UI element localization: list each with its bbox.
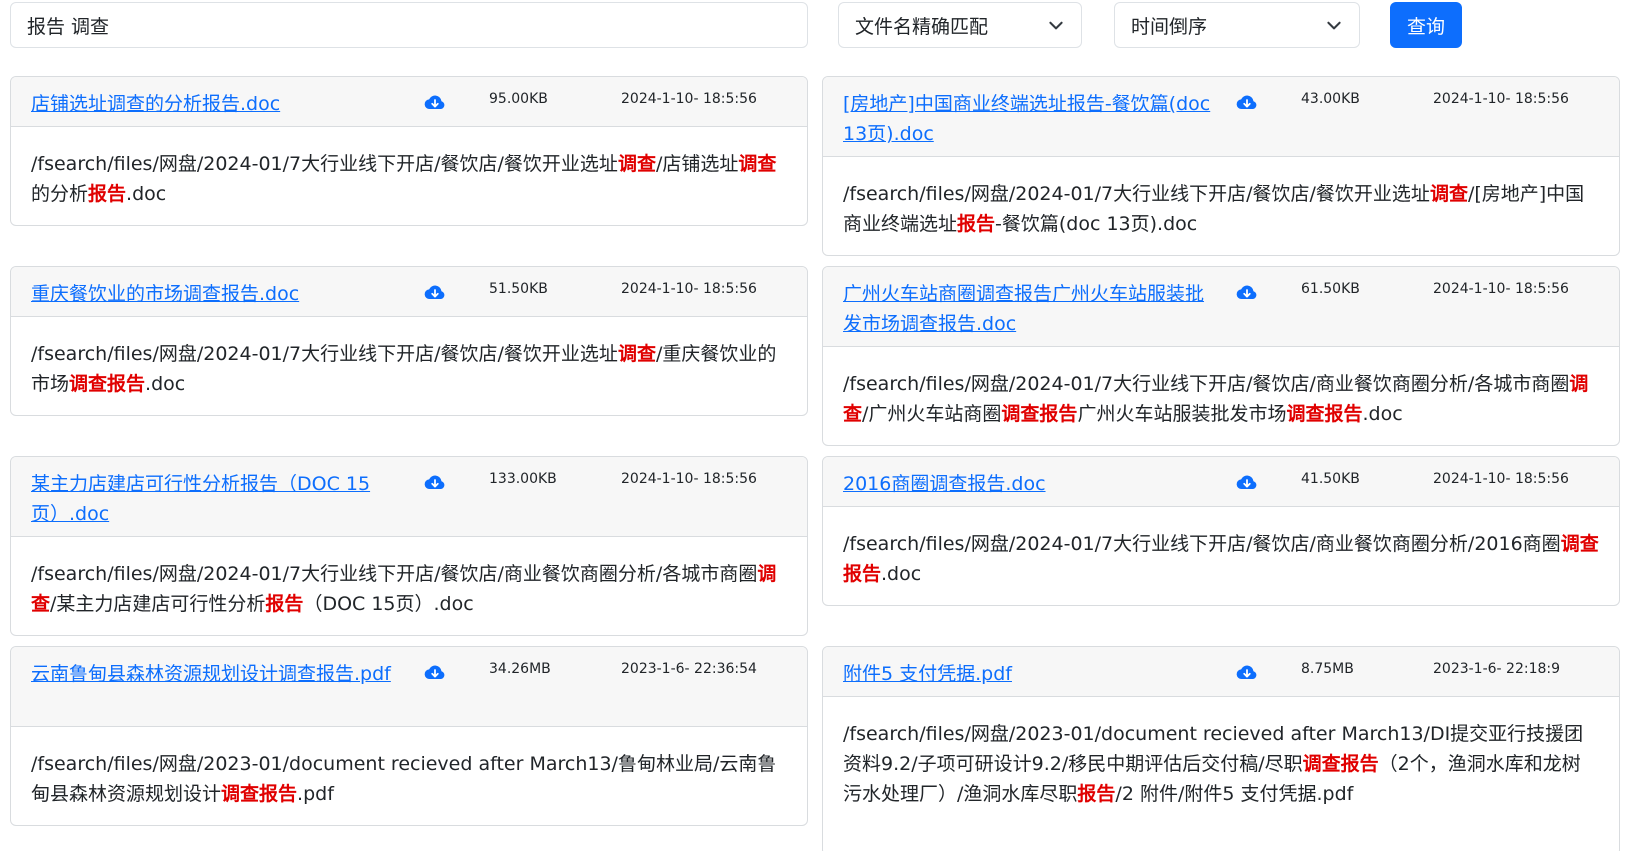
path-segment: .doc: [145, 373, 186, 395]
result-path: /fsearch/files/网盘/2024-01/7大行业线下开店/餐饮店/商…: [823, 347, 1619, 429]
chevron-down-icon: [1049, 21, 1063, 30]
result-path: /fsearch/files/网盘/2024-01/7大行业线下开店/餐饮店/餐…: [11, 127, 807, 209]
path-segment: （DOC 15页）.doc: [303, 593, 474, 615]
keyword-highlight: 调查报告: [1001, 403, 1078, 425]
result-title-link[interactable]: 广州火车站商圈调查报告广州火车站服装批发市场调查报告.doc: [843, 279, 1213, 339]
result-card-header: 重庆餐饮业的市场调查报告.doc 51.50KB 2024-1-10- 18:5:5…: [11, 267, 807, 317]
query-button[interactable]: 查询: [1390, 2, 1462, 48]
result-card-header: 附件5 支付凭据.pdf 8.75MB 2023-1-6- 22:18:9: [823, 647, 1619, 697]
result-card-header: 广州火车站商圈调查报告广州火车站服装批发市场调查报告.doc 61.50KB 202…: [823, 267, 1619, 347]
result-title-link[interactable]: 某主力店建店可行性分析报告（DOC 15页）.doc: [31, 469, 401, 529]
path-segment: .doc: [1362, 403, 1403, 425]
chevron-down-icon: [1327, 21, 1341, 30]
path-segment: 广州火车站服装批发市场: [1077, 403, 1287, 425]
result-card: 重庆餐饮业的市场调查报告.doc 51.50KB 2024-1-10- 18:5:5…: [10, 266, 808, 416]
download-icon[interactable]: [1235, 471, 1259, 495]
path-segment: .doc: [126, 183, 167, 205]
result-card: 2016商圈调查报告.doc 41.50KB 2024-1-10- 18:5:56 /…: [822, 456, 1620, 606]
path-segment: /2 附件/附件5 支付凭据.pdf: [1115, 783, 1354, 805]
keyword-highlight: 调查: [617, 153, 656, 175]
file-size: 95.00KB: [489, 91, 548, 107]
result-title-link[interactable]: 重庆餐饮业的市场调查报告.doc: [31, 279, 401, 309]
result-title-link[interactable]: [房地产]中国商业终端选址报告-餐饮篇(doc 13页).doc: [843, 89, 1213, 149]
result-title-link[interactable]: 附件5 支付凭据.pdf: [843, 659, 1213, 689]
path-segment: /店铺选址: [655, 153, 739, 175]
path-segment: /fsearch/files/网盘/2024-01/7大行业线下开店/餐饮店/餐…: [843, 183, 1430, 205]
download-icon[interactable]: [423, 661, 447, 685]
file-time: 2024-1-10- 18:5:56: [621, 281, 757, 297]
result-path: /fsearch/files/网盘/2023-01/document recie…: [11, 727, 807, 809]
path-segment: /某主力店建店可行性分析: [50, 593, 266, 615]
keyword-highlight: 报告: [265, 593, 304, 615]
file-size: 133.00KB: [489, 471, 557, 487]
file-time: 2024-1-10- 18:5:56: [1433, 91, 1569, 107]
path-segment: -餐饮篇(doc 13页).doc: [995, 213, 1198, 235]
result-card: 广州火车站商圈调查报告广州火车站服装批发市场调查报告.doc 61.50KB 202…: [822, 266, 1620, 446]
download-icon[interactable]: [423, 471, 447, 495]
path-segment: /fsearch/files/网盘/2024-01/7大行业线下开店/餐饮店/商…: [843, 533, 1561, 555]
download-icon[interactable]: [1235, 91, 1259, 115]
file-time: 2023-1-6- 22:18:9: [1433, 661, 1561, 677]
result-path: /fsearch/files/网盘/2024-01/7大行业线下开店/餐饮店/餐…: [823, 157, 1619, 239]
path-segment: /fsearch/files/网盘/2024-01/7大行业线下开店/餐饮店/餐…: [31, 153, 618, 175]
result-card: [房地产]中国商业终端选址报告-餐饮篇(doc 13页).doc 43.00KB 2…: [822, 76, 1620, 256]
file-size: 61.50KB: [1301, 281, 1360, 297]
path-segment: /fsearch/files/网盘/2024-01/7大行业线下开店/餐饮店/餐…: [31, 343, 618, 365]
file-time: 2024-1-10- 18:5:56: [1433, 471, 1569, 487]
result-card-header: 店铺选址调查的分析报告.doc 95.00KB 2024-1-10- 18:5:56: [11, 77, 807, 127]
keyword-highlight: 调查报告: [1286, 403, 1363, 425]
download-icon[interactable]: [1235, 281, 1259, 305]
download-icon[interactable]: [423, 91, 447, 115]
result-card-header: [房地产]中国商业终端选址报告-餐饮篇(doc 13页).doc 43.00KB 2…: [823, 77, 1619, 157]
file-size: 43.00KB: [1301, 91, 1360, 107]
file-size: 41.50KB: [1301, 471, 1360, 487]
file-size: 51.50KB: [489, 281, 548, 297]
sort-mode-select[interactable]: 时间倒序: [1114, 2, 1360, 48]
file-size: 8.75MB: [1301, 661, 1354, 677]
path-segment: .pdf: [297, 783, 334, 805]
result-path: /fsearch/files/网盘/2023-01/document recie…: [823, 697, 1619, 809]
path-segment: /fsearch/files/网盘/2023-01/document recie…: [31, 753, 777, 805]
keyword-highlight: 调查报告: [1302, 753, 1379, 775]
keyword-highlight: 报告: [1077, 783, 1116, 805]
result-card-header: 云南鲁甸县森林资源规划设计调查报告.pdf 34.26MB 2023-1-6- 22…: [11, 647, 807, 727]
result-card: 附件5 支付凭据.pdf 8.75MB 2023-1-6- 22:18:9/fsea…: [822, 646, 1620, 851]
path-segment: /fsearch/files/网盘/2024-01/7大行业线下开店/餐饮店/商…: [843, 373, 1570, 395]
result-path: /fsearch/files/网盘/2024-01/7大行业线下开店/餐饮店/商…: [823, 507, 1619, 589]
match-mode-select[interactable]: 文件名精确匹配: [838, 2, 1082, 48]
result-card: 云南鲁甸县森林资源规划设计调查报告.pdf 34.26MB 2023-1-6- 22…: [10, 646, 808, 826]
keyword-highlight: 调查: [1429, 183, 1468, 205]
keyword-highlight: 调查: [738, 153, 777, 175]
result-path: /fsearch/files/网盘/2024-01/7大行业线下开店/餐饮店/餐…: [11, 317, 807, 399]
file-time: 2024-1-10- 18:5:56: [621, 91, 757, 107]
result-title-link[interactable]: 2016商圈调查报告.doc: [843, 469, 1213, 499]
download-icon[interactable]: [423, 281, 447, 305]
file-time: 2023-1-6- 22:36:54: [621, 661, 757, 677]
keyword-highlight: 报告: [88, 183, 127, 205]
sort-mode-label: 时间倒序: [1131, 15, 1208, 38]
path-segment: 的分析: [31, 183, 89, 205]
result-path: /fsearch/files/网盘/2024-01/7大行业线下开店/餐饮店/商…: [11, 537, 807, 619]
result-card-header: 某主力店建店可行性分析报告（DOC 15页）.doc 133.00KB 2024-1…: [11, 457, 807, 537]
result-card: 某主力店建店可行性分析报告（DOC 15页）.doc 133.00KB 2024-1…: [10, 456, 808, 636]
keyword-highlight: 调查报告: [221, 783, 298, 805]
search-input[interactable]: [10, 2, 808, 48]
file-size: 34.26MB: [489, 661, 551, 677]
file-time: 2024-1-10- 18:5:56: [621, 471, 757, 487]
result-title-link[interactable]: 店铺选址调查的分析报告.doc: [31, 89, 401, 119]
keyword-highlight: 报告: [957, 213, 996, 235]
result-title-link[interactable]: 云南鲁甸县森林资源规划设计调查报告.pdf: [31, 659, 401, 689]
result-card-header: 2016商圈调查报告.doc 41.50KB 2024-1-10- 18:5:56: [823, 457, 1619, 507]
keyword-highlight: 调查: [617, 343, 656, 365]
keyword-highlight: 调查报告: [69, 373, 146, 395]
match-mode-label: 文件名精确匹配: [855, 15, 989, 38]
result-card: 店铺选址调查的分析报告.doc 95.00KB 2024-1-10- 18:5:56…: [10, 76, 808, 226]
path-segment: .doc: [881, 563, 922, 585]
file-time: 2024-1-10- 18:5:56: [1433, 281, 1569, 297]
download-icon[interactable]: [1235, 661, 1259, 685]
path-segment: /fsearch/files/网盘/2024-01/7大行业线下开店/餐饮店/商…: [31, 563, 758, 585]
path-segment: /广州火车站商圈: [862, 403, 1002, 425]
